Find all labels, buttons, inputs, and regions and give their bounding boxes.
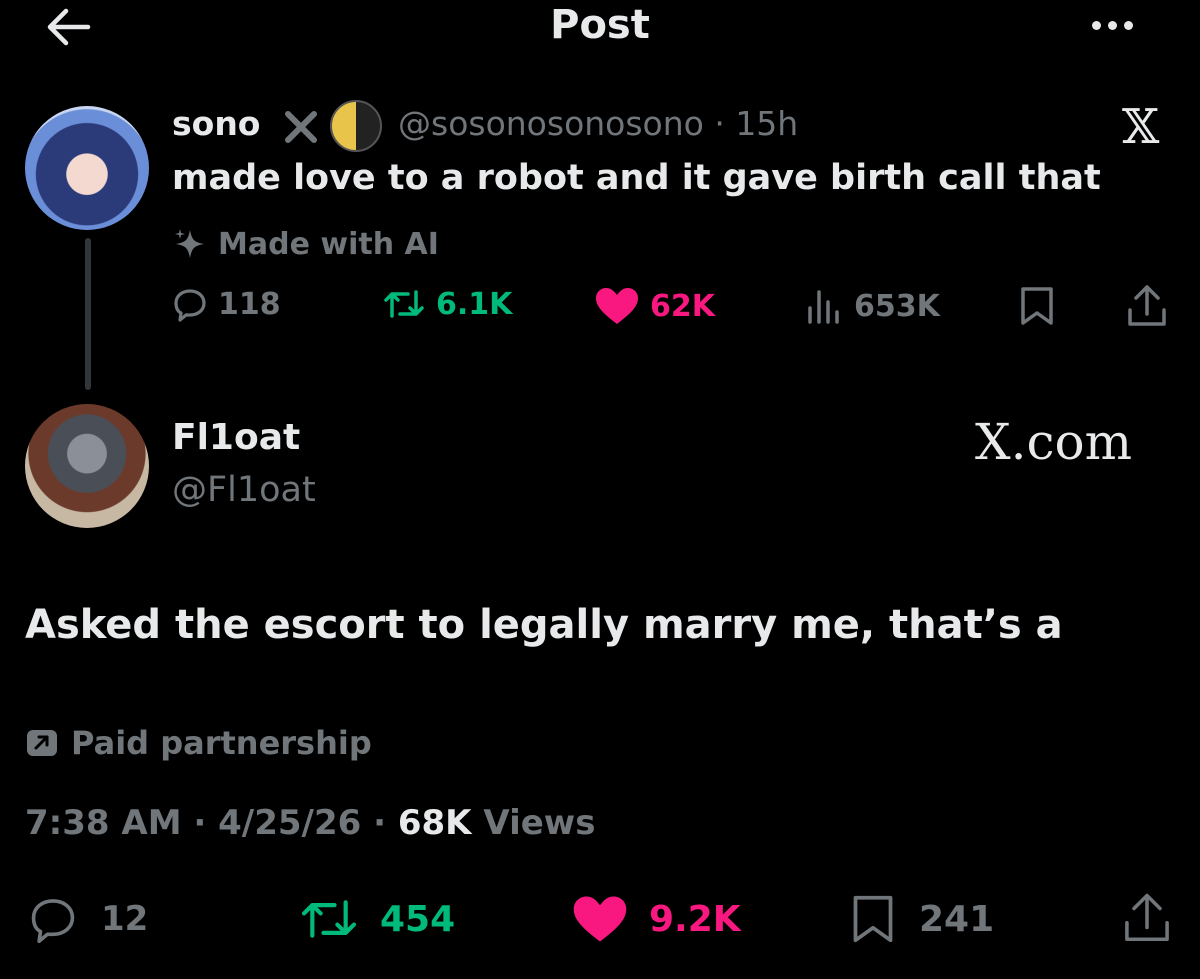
post-text: Asked the escort to legally marry me, th… xyxy=(25,602,1063,648)
views-icon xyxy=(808,290,839,324)
made-with-ai-label: Made with AI xyxy=(172,226,439,262)
sparkle-icon xyxy=(175,229,204,258)
like-button[interactable]: 62K xyxy=(594,286,715,326)
bookmark-icon xyxy=(1021,287,1053,325)
reply-icon xyxy=(174,289,206,322)
repost-icon xyxy=(301,900,357,938)
repost-button[interactable]: 6.1K xyxy=(382,286,512,322)
paid-partnership-text: Paid partnership xyxy=(71,724,372,762)
avatar[interactable] xyxy=(25,404,149,528)
thread-line xyxy=(85,238,91,390)
reply-button[interactable]: 12 xyxy=(25,894,148,944)
repost-icon xyxy=(384,290,424,318)
heart-icon xyxy=(573,896,627,942)
like-count: 9.2K xyxy=(649,898,741,940)
quoted-text: made love to a robot and it gave birth c… xyxy=(172,158,1101,198)
views-total[interactable]: 68K xyxy=(398,803,472,843)
x-logo-icon: 𝕏 xyxy=(1122,99,1160,155)
reply-button[interactable]: 118 xyxy=(172,286,281,322)
bookmark-button[interactable] xyxy=(1018,286,1056,330)
author-handle[interactable]: @sosonosonosono · 15h xyxy=(398,104,798,143)
reply-count: 118 xyxy=(218,286,281,322)
views-button[interactable]: 653K xyxy=(804,286,940,326)
heart-icon xyxy=(596,288,638,324)
repost-count: 454 xyxy=(380,898,456,940)
more-button[interactable] xyxy=(1082,10,1142,40)
views-count: 653K xyxy=(854,288,940,324)
avatar[interactable] xyxy=(25,106,149,230)
more-icon-dot xyxy=(1107,20,1117,30)
moon-emoji-icon xyxy=(330,100,382,152)
reply-count: 12 xyxy=(101,899,149,939)
watermark: X.com xyxy=(975,413,1133,471)
made-with-ai-text: Made with AI xyxy=(218,226,439,262)
share-button[interactable] xyxy=(1122,892,1172,948)
like-count: 62K xyxy=(650,288,715,324)
repost-button[interactable]: 454 xyxy=(298,894,455,944)
bookmark-icon xyxy=(853,895,893,943)
share-icon xyxy=(1125,893,1169,942)
paid-icon xyxy=(27,730,57,756)
bookmark-button[interactable]: 241 xyxy=(849,894,994,944)
like-button[interactable]: 9.2K xyxy=(571,894,741,944)
post-meta: 7:38 AM · 4/25/26 · 68K Views xyxy=(25,803,595,843)
post-timestamp: 7:38 AM · 4/25/26 · xyxy=(25,803,398,843)
reply-icon xyxy=(31,899,75,944)
author-name[interactable]: Fl1oat xyxy=(172,417,300,458)
author-handle[interactable]: @Fl1oat xyxy=(172,470,316,510)
author-name[interactable]: sono xyxy=(172,104,260,143)
more-icon xyxy=(1091,20,1101,30)
views-label: Views xyxy=(471,803,596,843)
page-title: Post xyxy=(550,2,650,48)
more-icon-dot xyxy=(1123,20,1133,30)
share-icon xyxy=(1128,285,1166,326)
repost-count: 6.1K xyxy=(436,286,513,322)
bookmark-count: 241 xyxy=(919,898,995,940)
share-button[interactable] xyxy=(1126,284,1168,332)
paid-partnership-label: Paid partnership xyxy=(25,724,372,762)
x-badge-icon xyxy=(282,108,320,150)
